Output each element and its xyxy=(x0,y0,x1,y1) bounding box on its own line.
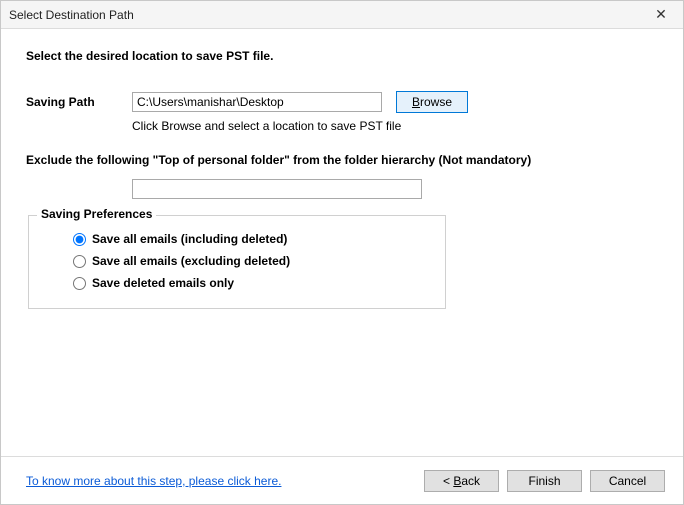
saving-path-input[interactable] xyxy=(132,92,382,112)
saving-preferences-group: Saving Preferences Save all emails (incl… xyxy=(28,215,446,309)
browse-button-rest: rowse xyxy=(420,95,452,109)
help-link[interactable]: To know more about this step, please cli… xyxy=(26,474,281,488)
cancel-button[interactable]: Cancel xyxy=(590,470,665,492)
pref-label-2[interactable]: Save deleted emails only xyxy=(92,276,234,290)
pref-label-0[interactable]: Save all emails (including deleted) xyxy=(92,232,287,246)
browse-button[interactable]: Browse xyxy=(396,91,468,113)
page-heading: Select the desired location to save PST … xyxy=(26,49,658,63)
close-icon[interactable]: ✕ xyxy=(647,3,675,27)
saving-path-label: Saving Path xyxy=(26,95,132,109)
window-title: Select Destination Path xyxy=(9,8,647,22)
saving-path-hint: Click Browse and select a location to sa… xyxy=(132,119,658,133)
pref-option-2[interactable]: Save deleted emails only xyxy=(73,276,431,290)
pref-option-0[interactable]: Save all emails (including deleted) xyxy=(73,232,431,246)
pref-option-1[interactable]: Save all emails (excluding deleted) xyxy=(73,254,431,268)
pref-radio-1[interactable] xyxy=(73,255,86,268)
content-area: Select the desired location to save PST … xyxy=(1,29,683,504)
saving-path-row: Saving Path Browse xyxy=(26,91,658,113)
exclude-label: Exclude the following "Top of personal f… xyxy=(26,153,658,167)
back-button[interactable]: < Back xyxy=(424,470,499,492)
pref-label-1[interactable]: Save all emails (excluding deleted) xyxy=(92,254,290,268)
pref-radio-2[interactable] xyxy=(73,277,86,290)
pref-radio-0[interactable] xyxy=(73,233,86,246)
titlebar: Select Destination Path ✕ xyxy=(1,1,683,29)
footer-bar: To know more about this step, please cli… xyxy=(1,456,683,504)
exclude-input[interactable] xyxy=(132,179,422,199)
saving-preferences-title: Saving Preferences xyxy=(37,207,156,221)
dialog-window: Select Destination Path ✕ Select the des… xyxy=(0,0,684,505)
finish-button[interactable]: Finish xyxy=(507,470,582,492)
